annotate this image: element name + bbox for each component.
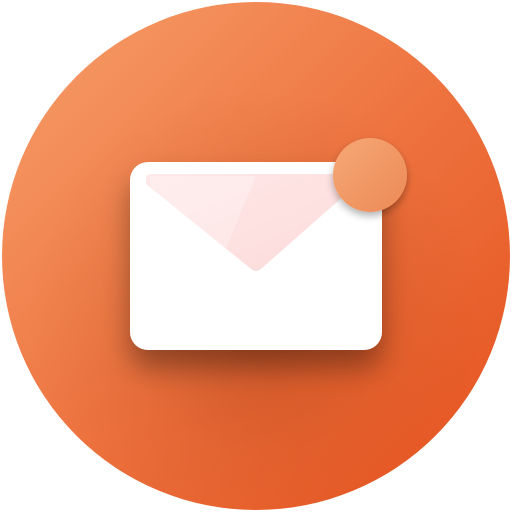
mail-app-icon[interactable] [0, 0, 512, 512]
notification-badge [333, 138, 407, 212]
app-icon-stage [0, 0, 512, 512]
